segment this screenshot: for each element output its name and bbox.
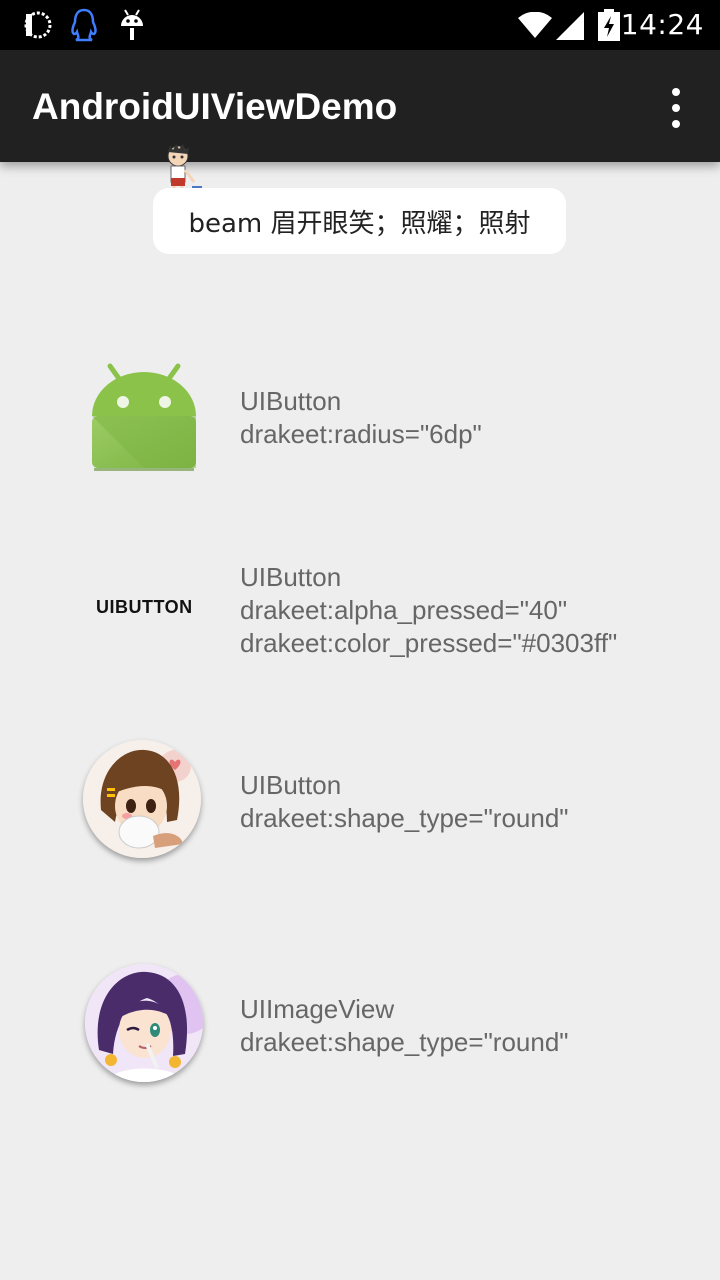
row-2-line-3: drakeet:color_pressed="#0303ff" (240, 628, 618, 658)
row-1-text: UIButton drakeet:radius="6dp" (240, 385, 482, 451)
wifi-icon (518, 12, 552, 38)
uibutton-text-button[interactable]: UIBUTTON (96, 597, 193, 618)
notification-app-icon (24, 10, 52, 40)
row-1-line-1: UIButton (240, 386, 342, 416)
app-title: AndroidUIViewDemo (32, 86, 398, 127)
row-4-line-1: UIImageView (240, 994, 395, 1024)
anime-girl-brown-hair-icon (83, 740, 201, 858)
anime-avatar-round-image (85, 964, 203, 1082)
toast-message: beam 眉开眼笑；照耀；照射 (153, 188, 566, 254)
row-2-line-2: drakeet:alpha_pressed="40" (240, 595, 568, 625)
android-debug-icon (121, 9, 143, 40)
anime-girl-purple-hair-icon (85, 964, 203, 1082)
row-2-line-1: UIButton (240, 562, 342, 592)
anime-avatar-round-button[interactable] (83, 740, 201, 858)
row-3-line-2: drakeet:shape_type="round" (240, 803, 569, 833)
row-3-line-1: UIButton (240, 770, 342, 800)
overflow-menu-icon[interactable] (666, 88, 686, 128)
row-4-text: UIImageView drakeet:shape_type="round" (240, 993, 569, 1059)
signal-icon (556, 12, 584, 40)
android-robot-icon[interactable] (88, 360, 200, 474)
status-time: 14:24 (620, 8, 704, 41)
row-1-line-2: drakeet:radius="6dp" (240, 419, 482, 449)
battery-charging-icon (598, 9, 620, 41)
row-4-line-2: drakeet:shape_type="round" (240, 1027, 569, 1057)
status-bar: 14:24 (0, 0, 720, 50)
qq-penguin-icon (71, 8, 97, 42)
row-3-text: UIButton drakeet:shape_type="round" (240, 769, 569, 835)
row-2-text: UIButton drakeet:alpha_pressed="40" drak… (240, 561, 617, 660)
app-bar: AndroidUIViewDemo (0, 50, 720, 162)
